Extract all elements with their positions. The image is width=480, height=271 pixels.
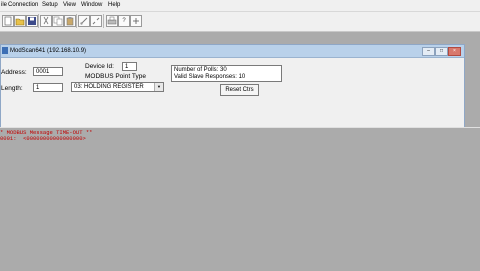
- close-button[interactable]: ×: [448, 47, 461, 56]
- print-icon[interactable]: [106, 15, 118, 27]
- address-label: Address:: [1, 69, 27, 76]
- menu-connection[interactable]: Connection: [8, 1, 38, 10]
- length-input[interactable]: 1: [33, 83, 63, 92]
- device-id-label: Device Id:: [85, 63, 114, 70]
- length-label: Length:: [1, 85, 23, 92]
- address-input[interactable]: 0001: [33, 67, 63, 76]
- copy-icon[interactable]: [52, 15, 64, 27]
- window-title: ModScan641 (192.168.10.9): [10, 48, 87, 54]
- about-icon[interactable]: [130, 15, 142, 27]
- poll-stats-box: Number of Polls: 30 Valid Slave Response…: [171, 65, 282, 82]
- toolbar-separator: [38, 14, 39, 28]
- point-type-value: 03: HOLDING REGISTER: [74, 84, 144, 90]
- toolbar-separator: [76, 14, 77, 28]
- maximize-button[interactable]: □: [435, 47, 448, 56]
- help-icon[interactable]: ?: [118, 15, 130, 27]
- data-display: * MODBUS Message TIME-OUT ** 0001: <0000…: [0, 127, 480, 271]
- new-icon[interactable]: [2, 15, 14, 27]
- connect-icon[interactable]: [78, 15, 90, 27]
- menu-window[interactable]: Window: [81, 1, 102, 10]
- menu-bar: ile Connection Setup View Window Help: [0, 0, 480, 12]
- valid-responses-count: Valid Slave Responses: 10: [174, 74, 246, 80]
- register-value: 0001: <00000000000000000>: [0, 135, 86, 142]
- save-icon[interactable]: [26, 15, 38, 27]
- disconnect-icon[interactable]: [90, 15, 102, 27]
- window-titlebar[interactable]: ModScan641 (192.168.10.9) – □ ×: [1, 45, 464, 58]
- point-type-label: MODBUS Point Type: [85, 73, 146, 80]
- paste-icon[interactable]: [64, 15, 76, 27]
- menu-file[interactable]: ile: [1, 1, 7, 10]
- open-icon[interactable]: [14, 15, 26, 27]
- menu-setup[interactable]: Setup: [42, 1, 58, 10]
- modscan-window: ModScan641 (192.168.10.9) – □ × Address:…: [0, 44, 465, 128]
- menu-view[interactable]: View: [63, 1, 76, 10]
- point-type-select[interactable]: 03: HOLDING REGISTER ▼: [71, 82, 164, 92]
- menu-help[interactable]: Help: [108, 1, 120, 10]
- polls-count: Number of Polls: 30: [174, 67, 227, 73]
- device-id-input[interactable]: 1: [122, 62, 137, 71]
- app-icon: [2, 47, 8, 54]
- reset-counters-button[interactable]: Reset Ctrs: [220, 84, 259, 96]
- minimize-button[interactable]: –: [422, 47, 435, 56]
- cut-icon[interactable]: [40, 15, 52, 27]
- toolbar-separator: [103, 14, 104, 28]
- toolbar: ?: [0, 12, 480, 32]
- chevron-down-icon[interactable]: ▼: [154, 83, 163, 91]
